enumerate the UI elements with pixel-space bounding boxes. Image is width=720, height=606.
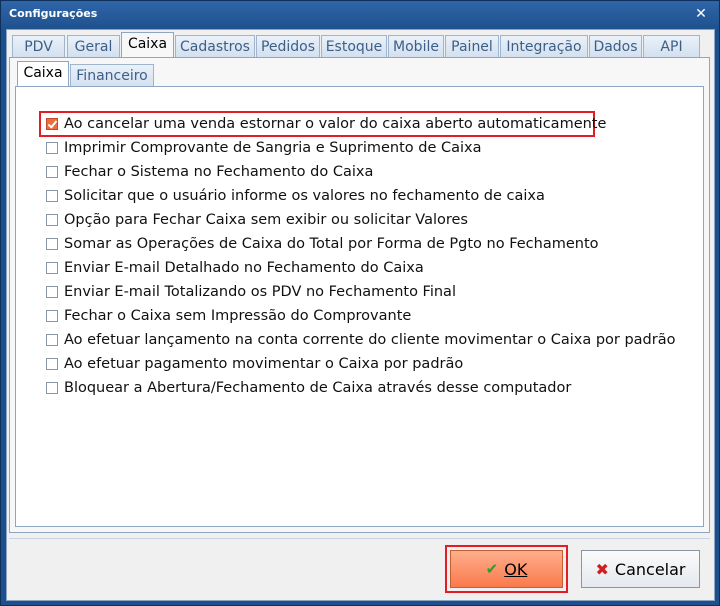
option-fechar-sistema[interactable]: Fechar o Sistema no Fechamento do Caixa bbox=[46, 161, 373, 183]
option-label: Bloquear a Abertura/Fechamento de Caixa … bbox=[64, 380, 572, 396]
tab-mobile[interactable]: Mobile bbox=[388, 35, 444, 57]
subtab-financeiro[interactable]: Financeiro bbox=[70, 64, 154, 87]
checkbox[interactable] bbox=[46, 214, 58, 226]
ok-label: OK bbox=[504, 559, 528, 579]
title-bar: Configurações ✕ bbox=[1, 1, 719, 29]
option-label: Fechar o Sistema no Fechamento do Caixa bbox=[64, 164, 374, 180]
checkbox[interactable] bbox=[46, 358, 58, 370]
option-imprimir-comprovante-sangria[interactable]: Imprimir Comprovante de Sangria e Suprim… bbox=[46, 137, 482, 159]
option-pagamento-movimentar[interactable]: Ao efetuar pagamento movimentar o Caixa … bbox=[46, 353, 463, 375]
option-fechar-sem-impressao[interactable]: Fechar o Caixa sem Impressão do Comprova… bbox=[46, 305, 411, 327]
window-title: Configurações bbox=[9, 7, 98, 20]
button-bar: ✔ OK ✖ Cancelar bbox=[9, 538, 710, 597]
tab-geral[interactable]: Geral bbox=[67, 35, 120, 57]
tab-pdv[interactable]: PDV bbox=[12, 35, 65, 57]
tab-estoque[interactable]: Estoque bbox=[321, 35, 387, 57]
checkbox[interactable] bbox=[46, 286, 58, 298]
sub-tab-strip: Caixa Financeiro bbox=[15, 61, 215, 87]
checkbox[interactable] bbox=[46, 382, 58, 394]
tab-dados[interactable]: Dados bbox=[589, 35, 642, 57]
cancel-label: Cancelar bbox=[614, 559, 686, 579]
option-label: Ao cancelar uma venda estornar o valor d… bbox=[64, 116, 607, 132]
option-label: Somar as Operações de Caixa do Total por… bbox=[64, 236, 599, 252]
checkbox[interactable] bbox=[46, 190, 58, 202]
checkbox[interactable] bbox=[46, 310, 58, 322]
checkbox[interactable] bbox=[46, 142, 58, 154]
option-label: Enviar E-mail Detalhado no Fechamento do… bbox=[64, 260, 424, 276]
option-label: Enviar E-mail Totalizando os PDV no Fech… bbox=[64, 284, 456, 300]
option-bloquear-abertura[interactable]: Bloquear a Abertura/Fechamento de Caixa … bbox=[46, 377, 571, 399]
ok-highlight-box: ✔ OK bbox=[445, 545, 568, 593]
main-tab-strip: PDV Geral Caixa Cadastros Pedidos Estoqu… bbox=[9, 32, 712, 58]
tab-painel[interactable]: Painel bbox=[445, 35, 499, 57]
checkbox-checked[interactable] bbox=[46, 118, 58, 130]
option-label: Fechar o Caixa sem Impressão do Comprova… bbox=[64, 308, 412, 324]
option-label: Opção para Fechar Caixa sem exibir ou so… bbox=[64, 212, 468, 228]
x-icon: ✖ bbox=[595, 559, 609, 579]
option-label: Solicitar que o usuário informe os valor… bbox=[64, 188, 545, 204]
dialog-body: PDV Geral Caixa Cadastros Pedidos Estoqu… bbox=[6, 29, 715, 601]
checkbox[interactable] bbox=[46, 238, 58, 250]
close-icon[interactable]: ✕ bbox=[691, 5, 711, 23]
option-lancamento-conta-corrente[interactable]: Ao efetuar lançamento na conta corrente … bbox=[46, 329, 675, 351]
checkbox[interactable] bbox=[46, 334, 58, 346]
check-icon: ✔ bbox=[485, 560, 499, 578]
option-email-totalizando[interactable]: Enviar E-mail Totalizando os PDV no Fech… bbox=[46, 281, 456, 303]
option-label: Ao efetuar pagamento movimentar o Caixa … bbox=[64, 356, 464, 372]
tab-cadastros[interactable]: Cadastros bbox=[175, 35, 255, 57]
checkbox[interactable] bbox=[46, 166, 58, 178]
tab-integracao[interactable]: Integração bbox=[500, 35, 588, 57]
checkbox[interactable] bbox=[46, 262, 58, 274]
subtab-caixa[interactable]: Caixa bbox=[17, 61, 69, 87]
option-label: Ao efetuar lançamento na conta corrente … bbox=[64, 332, 676, 348]
option-somar-operacoes[interactable]: Somar as Operações de Caixa do Total por… bbox=[46, 233, 599, 255]
tab-api[interactable]: API bbox=[643, 35, 700, 57]
ok-button[interactable]: ✔ OK bbox=[450, 550, 563, 588]
tab-caixa[interactable]: Caixa bbox=[121, 32, 174, 58]
tab-pedidos[interactable]: Pedidos bbox=[256, 35, 320, 57]
cancel-button[interactable]: ✖ Cancelar bbox=[581, 550, 700, 588]
options-panel: Ao cancelar uma venda estornar o valor d… bbox=[15, 86, 704, 527]
option-email-detalhado[interactable]: Enviar E-mail Detalhado no Fechamento do… bbox=[46, 257, 424, 279]
option-fechar-sem-valores[interactable]: Opção para Fechar Caixa sem exibir ou so… bbox=[46, 209, 468, 231]
caixa-tab-panel: Caixa Financeiro Ao cancelar uma venda e… bbox=[9, 57, 710, 533]
option-solicitar-valores[interactable]: Solicitar que o usuário informe os valor… bbox=[46, 185, 545, 207]
option-estornar-valor-cancelamento[interactable]: Ao cancelar uma venda estornar o valor d… bbox=[46, 113, 606, 135]
configuracoes-window: Configurações ✕ PDV Geral Caixa Cadastro… bbox=[0, 0, 720, 606]
option-label: Imprimir Comprovante de Sangria e Suprim… bbox=[64, 140, 482, 156]
